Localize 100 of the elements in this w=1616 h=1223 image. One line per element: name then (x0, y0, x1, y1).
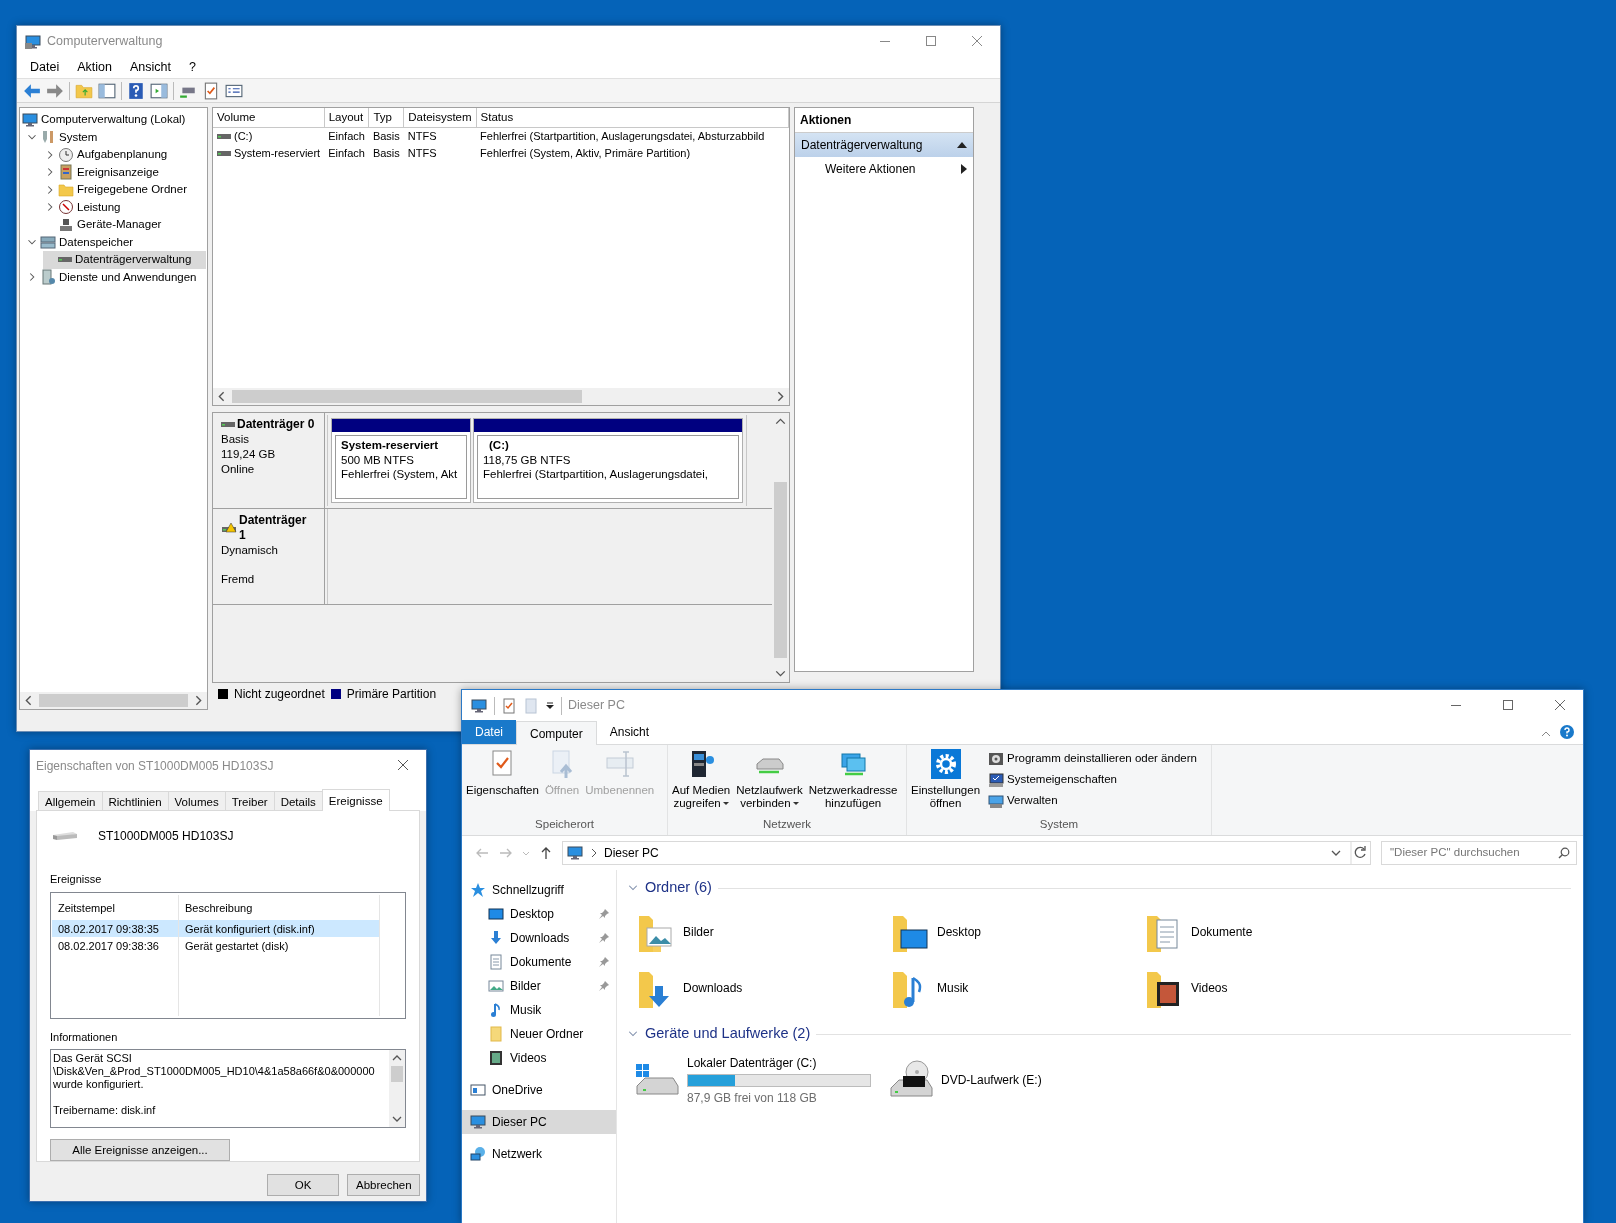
scrollbar-thumb[interactable] (39, 694, 188, 707)
nav-item[interactable]: Videos (462, 1046, 616, 1070)
nav-item[interactable]: Downloads (462, 926, 616, 950)
table-cell[interactable]: 08.02.2017 09:38:35 (52, 920, 179, 937)
tab[interactable]: Ereignisse (321, 789, 390, 811)
nav-item[interactable]: Desktop (462, 902, 616, 926)
table-cell-text: NTFS (406, 146, 438, 161)
ribbon-button[interactable]: Einstellungen öffnen (909, 748, 983, 811)
nav-item[interactable]: Neuer Ordner (462, 1022, 616, 1046)
table-cell[interactable]: 08.02.2017 09:38:36 (52, 937, 179, 954)
nav-item[interactable]: Musik (462, 998, 616, 1022)
pin-icon (598, 956, 610, 968)
item-tile[interactable]: Videos (1143, 960, 1397, 1016)
ok-button[interactable]: OK (267, 1174, 339, 1196)
nav-item[interactable]: Schnellzugriff (462, 878, 616, 902)
nav-item[interactable]: OneDrive (462, 1078, 616, 1102)
nav-item[interactable]: Dokumente (462, 950, 616, 974)
table-cell: NTFS (403, 127, 477, 145)
menu-item[interactable]: Datei (21, 58, 69, 77)
actions-section-header[interactable]: Datenträgerverwaltung (795, 133, 973, 157)
action-pane-icon[interactable] (150, 81, 168, 100)
tab[interactable]: Allgemein (38, 791, 103, 811)
item-tile[interactable]: Bilder (635, 904, 889, 960)
column-header[interactable]: Zeitstempel (52, 893, 179, 920)
computer-icon (566, 845, 584, 861)
show-all-events-button[interactable]: Alle Ereignisse anzeigen... (50, 1139, 230, 1161)
ribbon-button[interactable]: Netzwerkadresse hinzufügen (806, 748, 900, 810)
ribbon-button[interactable]: Systemeigenschaften (988, 769, 1197, 790)
nav-item[interactable]: Netzwerk (462, 1142, 616, 1166)
nav-item[interactable]: Bilder (462, 974, 616, 998)
ribbon-button[interactable]: Netzlaufwerk verbinden (734, 748, 805, 810)
nav-item[interactable]: Dieser PC (462, 1110, 616, 1134)
help-icon[interactable] (127, 81, 145, 100)
ribbon-tab[interactable]: Computer (516, 721, 597, 745)
horizontal-scrollbar[interactable] (213, 388, 789, 405)
pin-icon (598, 980, 610, 992)
drive-tile[interactable]: Lokaler Datenträger (C:) 87,9 GB frei von 118 GB (635, 1050, 889, 1110)
item-tile[interactable]: Downloads (635, 960, 889, 1016)
menu-item[interactable]: Ansicht (120, 58, 180, 77)
column-header[interactable]: Layout (324, 108, 369, 128)
table-cell[interactable]: Gerät konfiguriert (disk.inf) (179, 920, 379, 937)
customize-dropdown-icon[interactable] (545, 700, 555, 711)
tree-item[interactable]: Freigegebene Ordner (43, 181, 206, 199)
ribbon-tab[interactable]: Ansicht (596, 720, 663, 744)
table-cell[interactable]: Gerät gestartet (disk) (179, 937, 379, 954)
properties-icon[interactable] (501, 697, 517, 714)
tree-pane-icon[interactable] (98, 81, 116, 100)
ribbon-button[interactable]: Auf Medien zugreifen (670, 748, 733, 810)
action-link[interactable]: Weitere Aktionen (825, 159, 961, 178)
disk-detail: Basis (221, 432, 251, 447)
section-header[interactable]: Geräte und Laufwerke (2) (627, 1022, 1571, 1046)
tree-item[interactable]: Computerverwaltung (Lokal) (21, 111, 206, 129)
tree-item[interactable]: Ereignisanzeige (43, 163, 206, 181)
horizontal-scrollbar[interactable] (20, 692, 207, 709)
document-icon (488, 954, 504, 970)
ribbon-button[interactable]: Eigenschaften (464, 748, 541, 797)
tree-item[interactable]: Leistung (43, 198, 206, 216)
table-cell-text: System-reserviert (234, 146, 321, 161)
tree-item[interactable]: Aufgabenplanung (43, 146, 206, 164)
tree-item[interactable]: Geräte-Manager (43, 216, 206, 234)
shared-folder-icon (58, 181, 74, 198)
ribbon-button[interactable]: Verwalten (988, 790, 1197, 811)
properties-icon[interactable] (202, 81, 220, 100)
menu-item[interactable]: ? (179, 58, 205, 77)
partition-block[interactable]: System-reserviert 500 MB NTFS Fehlerfrei (System, Akt (331, 418, 471, 503)
window-title: Dieser PC (568, 697, 626, 715)
tree-item[interactable]: System (25, 128, 206, 146)
help-icon[interactable] (1557, 722, 1577, 742)
tab[interactable]: Volumes (167, 791, 226, 811)
item-tile[interactable]: Musik (889, 960, 1143, 1016)
tree-item[interactable]: Datenspeicher (25, 233, 206, 251)
tree-item[interactable]: Dienste und Anwendungen (25, 268, 206, 286)
tree-item[interactable]: Datenträgerverwaltung (43, 251, 206, 269)
settings-gear-icon (929, 748, 962, 780)
column-header[interactable]: Dateisystem (403, 108, 477, 128)
column-header[interactable]: Volume (213, 108, 325, 128)
address-bar[interactable]: Dieser PC (562, 841, 1371, 865)
pin-icon (598, 932, 610, 944)
item-tile[interactable]: Desktop (889, 904, 1143, 960)
file-menu-tab[interactable]: Datei (462, 720, 516, 744)
cancel-button[interactable]: Abbrechen (347, 1174, 420, 1196)
item-tile[interactable]: DVD-Laufwerk (E:) (889, 1050, 1143, 1110)
scrollbar-thumb[interactable] (232, 390, 582, 403)
ribbon-button[interactable]: Programm deinstallieren oder ändern (988, 748, 1197, 769)
tab[interactable]: Details (273, 791, 323, 811)
item-tile[interactable]: Dokumente (1143, 904, 1397, 960)
partition-name: (C:) (488, 438, 510, 453)
table-cell-text: Fehlerfrei (System, Aktiv, Primäre Partition) (479, 146, 692, 161)
tab[interactable]: Treiber (224, 791, 275, 811)
scrollbar-thumb[interactable] (774, 482, 787, 658)
column-header[interactable]: Beschreibung (179, 893, 379, 920)
menu-item[interactable]: Aktion (68, 58, 121, 77)
system-properties-icon (988, 771, 1005, 788)
tab[interactable]: Richtlinien (101, 791, 169, 811)
download-arrow-icon (488, 930, 504, 946)
column-header[interactable]: Status (476, 108, 789, 128)
collapse-triangle-icon[interactable] (957, 141, 967, 149)
section-header[interactable]: Ordner (6) (627, 876, 1571, 900)
partition-block[interactable]: (C:) 118,75 GB NTFS Fehlerfrei (Startpartition, Auslagerungsdatei, (473, 418, 743, 503)
column-header[interactable]: Typ (368, 108, 404, 128)
